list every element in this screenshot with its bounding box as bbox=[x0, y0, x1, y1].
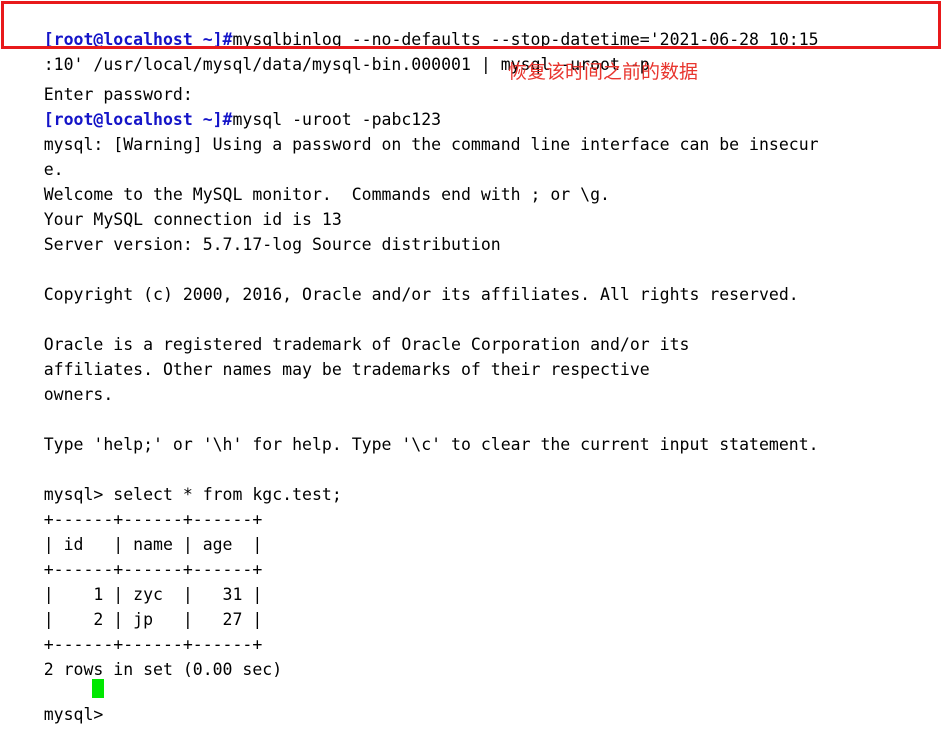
trademark-text: owners. bbox=[43, 385, 114, 404]
mysql-prompt: mysql> bbox=[43, 705, 114, 724]
terminal-line-warning-1: mysql: [Warning] Using a password on the… bbox=[4, 107, 819, 154]
result-table-header-separator: +------+------+------+ bbox=[4, 532, 263, 579]
terminal-line-help-hint: Type 'help;' or '\h' for help. Type '\c'… bbox=[4, 407, 819, 454]
terminal-line-trademark-2: affiliates. Other names may be trademark… bbox=[4, 332, 650, 379]
terminal-line-trademark-1: Oracle is a registered trademark of Orac… bbox=[4, 307, 690, 354]
warning-text: mysql: [Warning] Using a password on the… bbox=[43, 135, 819, 154]
terminal-line-welcome: Welcome to the MySQL monitor. Commands e… bbox=[4, 157, 610, 204]
result-summary: 2 rows in set (0.00 sec) bbox=[4, 632, 282, 679]
result-table-row: | 2 | jp | 27 | bbox=[4, 582, 263, 629]
terminal-line-command-mysql-login: [root@localhost ~]#mysql -uroot -pabc123 bbox=[4, 82, 441, 129]
terminal-line-sql-select: mysql> select * from kgc.test; bbox=[4, 457, 342, 504]
terminal-line-server-version: Server version: 5.7.17-log Source distri… bbox=[4, 207, 501, 254]
trademark-text: affiliates. Other names may be trademark… bbox=[43, 360, 650, 379]
text-cursor-block bbox=[92, 679, 104, 698]
terminal-line-command-mysqlbinlog-2: :10' /usr/local/mysql/data/mysql-bin.000… bbox=[4, 27, 650, 74]
terminal-line-warning-2: e. bbox=[4, 132, 64, 179]
help-hint-text: Type 'help;' or '\h' for help. Type '\c'… bbox=[43, 435, 819, 454]
terminal-window[interactable]: [root@localhost ~]#mysqlbinlog --no-defa… bbox=[0, 0, 945, 724]
terminal-line-copyright: Copyright (c) 2000, 2016, Oracle and/or … bbox=[4, 257, 799, 304]
result-table-row: | 1 | zyc | 31 | bbox=[4, 557, 263, 604]
terminal-line-enter-password: Enter password: bbox=[4, 57, 193, 104]
terminal-line-connection-id: Your MySQL connection id is 13 bbox=[4, 182, 342, 229]
copyright-text: Copyright (c) 2000, 2016, Oracle and/or … bbox=[43, 285, 799, 304]
result-table-header-row: | id | name | age | bbox=[4, 507, 263, 554]
server-version-text: Server version: 5.7.17-log Source distri… bbox=[43, 235, 501, 254]
annotation-text: 恢复该时间之前的数据 bbox=[508, 61, 699, 83]
result-table-bottom-border: +------+------+------+ bbox=[4, 607, 263, 654]
terminal-line-command-mysqlbinlog-1: [root@localhost ~]#mysqlbinlog --no-defa… bbox=[4, 2, 819, 49]
result-table-top-border: +------+------+------+ bbox=[4, 482, 263, 529]
terminal-line-trademark-3: owners. bbox=[4, 357, 114, 404]
